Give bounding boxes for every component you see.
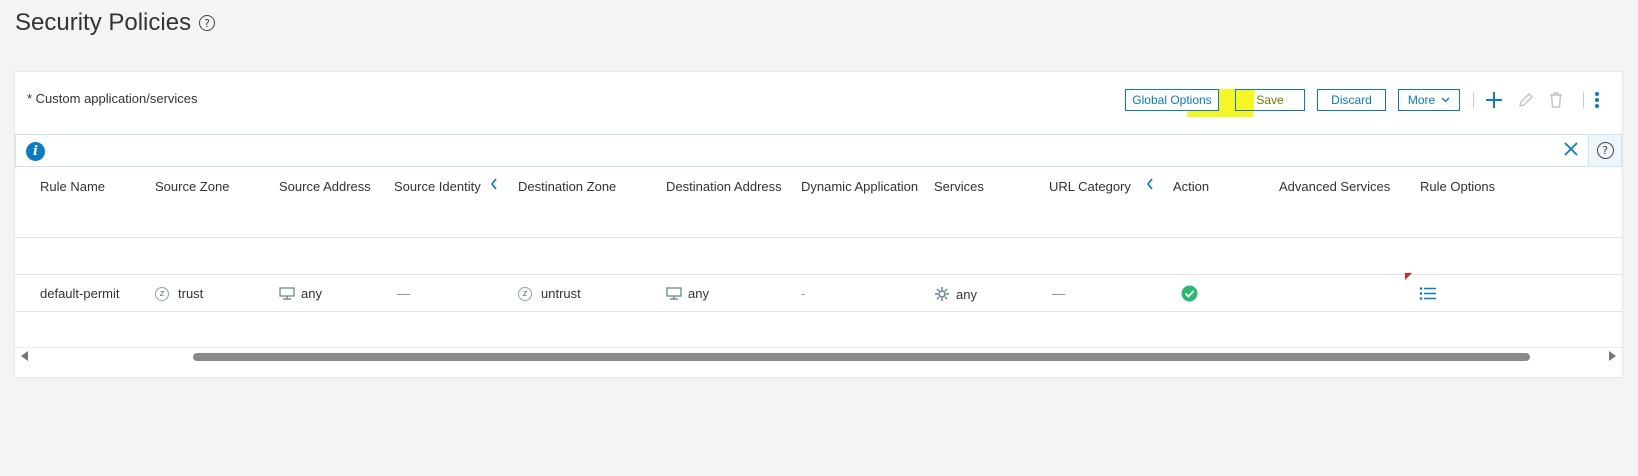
cell-rule-options[interactable] bbox=[1419, 286, 1437, 301]
close-icon bbox=[1564, 142, 1578, 156]
table-row[interactable]: default-permit z trust any — z untrust a… bbox=[15, 273, 1622, 312]
cell-destination-zone[interactable]: z untrust bbox=[518, 286, 581, 301]
col-header-destination-address[interactable]: Destination Address bbox=[666, 179, 782, 194]
list-icon bbox=[1419, 287, 1436, 300]
cell-dynamic-application: - bbox=[801, 286, 806, 301]
page-title: Security Policies ? bbox=[15, 9, 216, 37]
cell-rule-name[interactable]: default-permit bbox=[40, 286, 119, 301]
destination-address-value: any bbox=[688, 286, 709, 301]
close-info-button[interactable] bbox=[1563, 141, 1579, 162]
permit-check-icon bbox=[1181, 285, 1198, 302]
info-bar: i ? bbox=[15, 134, 1622, 167]
trash-icon bbox=[1550, 92, 1562, 108]
cell-url-category: — bbox=[1052, 286, 1065, 301]
plus-icon bbox=[1486, 92, 1502, 108]
cell-destination-address[interactable]: any bbox=[666, 286, 709, 301]
changed-marker-icon bbox=[1405, 273, 1412, 280]
col-header-destination-zone[interactable]: Destination Zone bbox=[518, 179, 616, 194]
kebab-menu-icon bbox=[1595, 92, 1599, 108]
scroll-left-arrow-icon[interactable] bbox=[21, 351, 28, 361]
col-header-dynamic-application[interactable]: Dynamic Application bbox=[801, 179, 918, 194]
col-header-rule-name[interactable]: Rule Name bbox=[40, 179, 105, 194]
col-header-services[interactable]: Services bbox=[934, 179, 984, 194]
services-value: any bbox=[956, 286, 977, 302]
network-address-icon bbox=[666, 286, 682, 300]
delete-button[interactable] bbox=[1545, 89, 1567, 111]
more-dropdown-button[interactable]: More bbox=[1398, 89, 1460, 111]
col-header-source-zone[interactable]: Source Zone bbox=[155, 179, 229, 194]
chevron-down-icon bbox=[1441, 97, 1450, 103]
edit-button[interactable] bbox=[1515, 89, 1537, 111]
info-help-button[interactable]: ? bbox=[1588, 135, 1621, 166]
cell-source-address[interactable]: any bbox=[279, 286, 322, 301]
collapse-source-columns-button[interactable] bbox=[490, 177, 498, 196]
more-label: More bbox=[1407, 93, 1436, 107]
horizontal-scrollbar[interactable] bbox=[15, 347, 1622, 363]
table-row-empty[interactable] bbox=[15, 238, 1622, 275]
kebab-menu-button[interactable] bbox=[1591, 89, 1603, 111]
scroll-right-arrow-icon[interactable] bbox=[1609, 351, 1616, 361]
discard-button[interactable]: Discard bbox=[1317, 89, 1386, 111]
page-title-text: Security Policies bbox=[15, 9, 192, 36]
cell-action[interactable] bbox=[1181, 285, 1198, 302]
network-address-icon bbox=[279, 286, 295, 300]
pencil-icon bbox=[1519, 93, 1533, 107]
col-header-source-address[interactable]: Source Address bbox=[279, 179, 371, 194]
help-icon: ? bbox=[1596, 142, 1614, 159]
col-header-rule-options[interactable]: Rule Options bbox=[1420, 179, 1495, 194]
table-row-empty[interactable] bbox=[15, 312, 1622, 349]
col-header-source-identity[interactable]: Source Identity bbox=[394, 179, 481, 194]
gear-icon bbox=[935, 287, 949, 301]
chevron-left-icon bbox=[1146, 178, 1153, 190]
policies-panel: * Custom application/services Global Opt… bbox=[15, 72, 1622, 377]
scrollbar-thumb[interactable] bbox=[193, 353, 1530, 361]
col-header-advanced-services[interactable]: Advanced Services bbox=[1279, 179, 1390, 194]
zone-icon: z bbox=[518, 286, 532, 301]
chevron-left-icon bbox=[490, 178, 497, 190]
global-options-button[interactable]: Global Options bbox=[1125, 89, 1219, 111]
save-button[interactable]: Save bbox=[1235, 89, 1305, 111]
col-header-action[interactable]: Action bbox=[1173, 179, 1209, 194]
source-zone-value: trust bbox=[178, 286, 204, 301]
source-address-value: any bbox=[301, 286, 322, 301]
help-icon[interactable]: ? bbox=[199, 15, 216, 31]
add-button[interactable] bbox=[1483, 89, 1505, 111]
cell-services[interactable]: any bbox=[934, 286, 977, 302]
cell-source-zone[interactable]: z trust bbox=[155, 286, 203, 301]
cell-source-identity: — bbox=[397, 286, 410, 301]
custom-services-note: * Custom application/services bbox=[27, 91, 198, 106]
zone-icon: z bbox=[155, 286, 169, 301]
toolbar-divider bbox=[1473, 92, 1474, 108]
toolbar-divider bbox=[1583, 92, 1584, 108]
collapse-destination-columns-button[interactable] bbox=[1146, 177, 1154, 196]
info-icon[interactable]: i bbox=[26, 142, 45, 161]
col-header-url-category[interactable]: URL Category bbox=[1049, 179, 1131, 194]
table-row-empty[interactable] bbox=[15, 201, 1622, 238]
grid-header: Rule Name Source Zone Source Address Sou… bbox=[15, 168, 1622, 203]
destination-zone-value: untrust bbox=[541, 286, 581, 301]
